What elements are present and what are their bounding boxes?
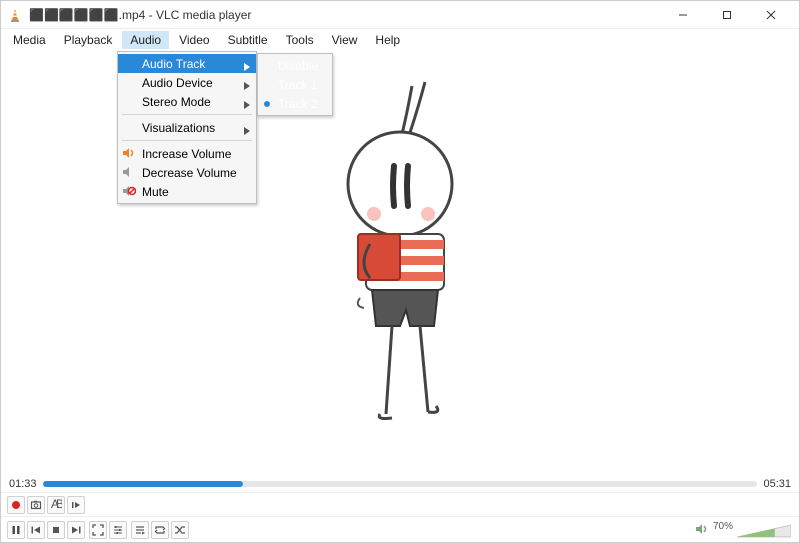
menu-view[interactable]: View [324,31,366,49]
audio-dropdown: Audio Track Disable Track 1 Track 2 [117,51,257,204]
seek-progress-fill [43,481,244,487]
svg-text:B: B [56,499,62,511]
volume-percent: 70% [713,521,733,532]
fullscreen-button[interactable] [89,521,107,539]
audio-track-2[interactable]: Track 2 [258,94,332,113]
vlc-cone-icon [7,7,23,23]
stop-button[interactable] [47,521,65,539]
menubar: Media Playback Audio Video Subtitle Tool… [1,29,799,51]
volume-control: 70% [695,521,791,540]
menu-separator [122,114,252,115]
menu-subtitle[interactable]: Subtitle [220,31,276,49]
selected-bullet-icon [264,101,270,107]
menu-separator [122,140,252,141]
volume-slider[interactable] [737,523,791,539]
stereo-mode-item[interactable]: Stereo Mode [118,92,256,111]
time-seek-row: 01:33 05:31 [1,476,799,492]
audio-track-disable[interactable]: Disable [258,56,332,75]
audio-track-submenu: Disable Track 1 Track 2 [257,53,333,116]
vlc-window: ⬛⬛⬛⬛⬛⬛.mp4 - VLC media player Media Play… [0,0,800,543]
frame-step-button[interactable] [67,496,85,514]
maximize-button[interactable] [705,1,749,29]
menu-playback[interactable]: Playback [56,31,121,49]
submenu-arrow-icon [244,79,250,93]
video-frame-illustration [300,74,500,454]
decrease-volume-item[interactable]: Decrease Volume [118,163,256,182]
menu-tools[interactable]: Tools [278,31,322,49]
window-title-sep: - [145,8,156,22]
pause-button[interactable] [7,521,25,539]
snapshot-button[interactable] [27,496,45,514]
volume-up-icon [122,146,136,160]
elapsed-time[interactable]: 01:33 [9,478,37,490]
close-button[interactable] [749,1,793,29]
submenu-arrow-icon [244,98,250,112]
visualizations-item[interactable]: Visualizations [118,118,256,137]
submenu-arrow-icon [244,124,250,138]
next-button[interactable] [67,521,85,539]
controls-row-1: AB [1,492,799,516]
titlebar: ⬛⬛⬛⬛⬛⬛.mp4 - VLC media player [1,1,799,29]
loop-a-b-button[interactable]: AB [47,496,65,514]
window-title-filename: ⬛⬛⬛⬛⬛⬛.mp4 [29,8,145,22]
submenu-arrow-icon [244,60,250,74]
audio-track-1[interactable]: Track 1 [258,75,332,94]
menu-audio[interactable]: Audio [122,31,169,49]
playlist-button[interactable] [131,521,149,539]
extended-settings-button[interactable] [109,521,127,539]
window-title-app: VLC media player [156,8,251,22]
increase-volume-item[interactable]: Increase Volume [118,144,256,163]
mute-icon [122,184,136,198]
minimize-button[interactable] [661,1,705,29]
mute-item[interactable]: Mute [118,182,256,201]
previous-button[interactable] [27,521,45,539]
loop-button[interactable] [151,521,169,539]
menu-video[interactable]: Video [171,31,217,49]
menu-help[interactable]: Help [367,31,408,49]
audio-track-item[interactable]: Audio Track Disable Track 1 Track 2 [118,54,256,73]
audio-track-label: Audio Track [142,57,205,71]
record-button[interactable] [7,496,25,514]
menu-media[interactable]: Media [5,31,54,49]
controls-row-2: 70% [1,516,799,542]
audio-device-item[interactable]: Audio Device [118,73,256,92]
total-time[interactable]: 05:31 [763,478,791,490]
volume-down-icon [122,165,136,179]
speaker-icon[interactable] [695,522,709,539]
shuffle-button[interactable] [171,521,189,539]
seek-bar[interactable] [43,481,758,487]
